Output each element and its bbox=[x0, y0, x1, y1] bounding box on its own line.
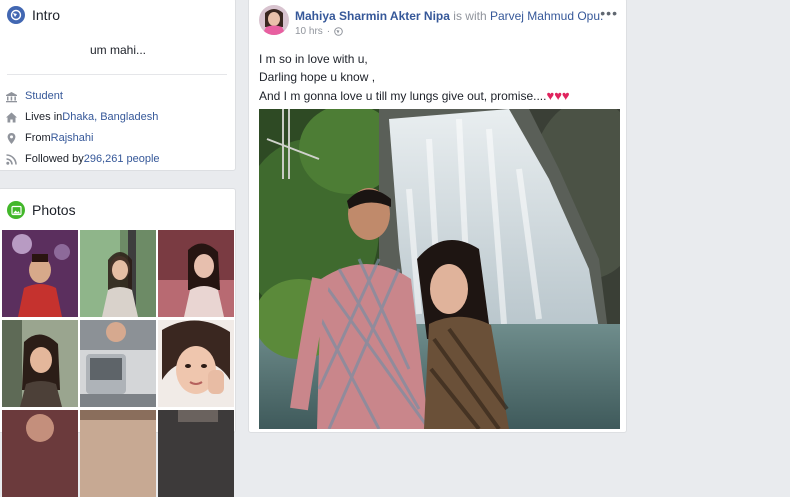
school-icon bbox=[6, 91, 17, 102]
photos-icon bbox=[7, 201, 25, 219]
post-header: Mahiya Sharmin Akter Nipa is with Parvej… bbox=[295, 9, 603, 23]
intro-divider bbox=[7, 74, 227, 75]
intro-row-lives: Lives in Dhaka, Bangladesh bbox=[5, 109, 158, 125]
photos-title: Photos bbox=[32, 202, 76, 218]
intro-row-from: From Rajshahi bbox=[5, 130, 93, 146]
with-text: is with bbox=[449, 9, 490, 23]
public-globe-icon[interactable] bbox=[334, 27, 343, 36]
intro-row-education: Student bbox=[5, 88, 63, 104]
home-icon bbox=[6, 112, 17, 122]
post-text-line-last: And I m gonna love u till my lungs give … bbox=[259, 88, 570, 103]
photos-card: Photos bbox=[0, 188, 236, 497]
author-avatar[interactable] bbox=[259, 5, 289, 35]
post-options-button[interactable]: ••• bbox=[600, 5, 618, 21]
hometown-link[interactable]: Rajshahi bbox=[51, 132, 94, 144]
intro-globe-icon bbox=[7, 6, 25, 24]
tagged-friend-link[interactable]: Parvej Mahmud Opu. bbox=[490, 9, 603, 23]
photo-thumbnail[interactable] bbox=[2, 230, 78, 317]
intro-row-prefix: From bbox=[25, 132, 51, 144]
right-gutter bbox=[640, 0, 790, 425]
location-pin-icon bbox=[7, 132, 16, 144]
photo-thumbnail[interactable] bbox=[158, 410, 234, 497]
intro-row-prefix: Lives in bbox=[25, 111, 63, 123]
post-card: Mahiya Sharmin Akter Nipa is with Parvej… bbox=[248, 0, 627, 433]
heart-emoji-icon: ♥♥♥ bbox=[546, 88, 570, 103]
intro-row-followers: Followed by 296,261 people bbox=[5, 151, 160, 167]
current-city-link[interactable]: Dhaka, Bangladesh bbox=[62, 111, 158, 123]
followers-link[interactable]: 296,261 people bbox=[84, 153, 160, 165]
photo-thumbnail[interactable] bbox=[80, 410, 156, 497]
photo-thumbnail[interactable] bbox=[2, 410, 78, 497]
photo-thumbnail[interactable] bbox=[158, 320, 234, 407]
author-name-link[interactable]: Mahiya Sharmin Akter Nipa bbox=[295, 9, 450, 23]
rss-icon bbox=[6, 153, 17, 165]
photo-thumbnail[interactable] bbox=[80, 230, 156, 317]
education-link[interactable]: Student bbox=[25, 90, 63, 102]
post-text-line: And I m gonna love u till my lungs give … bbox=[259, 89, 547, 103]
intro-bio: um mahi... bbox=[89, 43, 146, 57]
post-meta: 10 hrs · bbox=[295, 26, 343, 37]
post-text-line: I m so in love with u, bbox=[259, 52, 368, 66]
photo-thumbnail[interactable] bbox=[2, 320, 78, 407]
post-timestamp[interactable]: 10 hrs bbox=[295, 26, 323, 37]
post-photo[interactable] bbox=[259, 109, 620, 429]
photo-thumbnail[interactable] bbox=[158, 230, 234, 317]
intro-card: Intro um mahi... Student Lives in Dhaka,… bbox=[0, 0, 236, 171]
intro-row-prefix: Followed by bbox=[25, 153, 84, 165]
meta-separator: · bbox=[326, 26, 331, 37]
photo-thumbnail[interactable] bbox=[80, 320, 156, 407]
intro-title: Intro bbox=[32, 7, 61, 23]
post-text-line: Darling hope u know , bbox=[259, 70, 376, 84]
